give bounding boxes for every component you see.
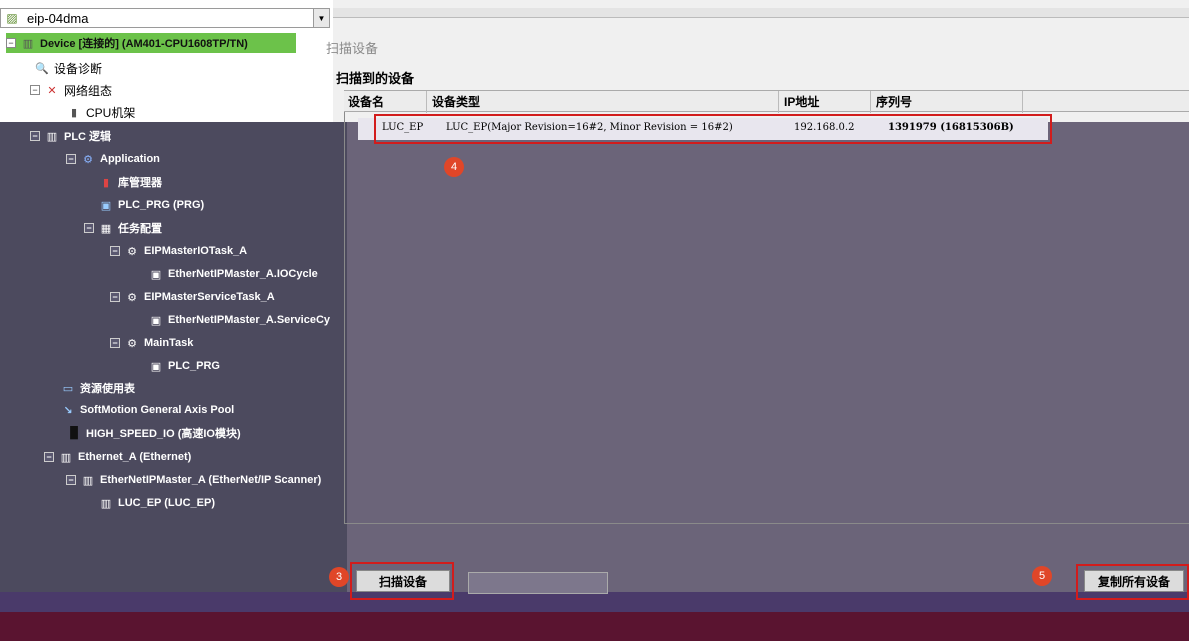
rack-icon: ▮: [70, 106, 78, 119]
tree-label: EIPMasterServiceTask_A: [144, 291, 275, 303]
tree-label: Ethernet_A (Ethernet): [78, 451, 192, 463]
tree-item-network[interactable]: − ✕ 网络组态: [30, 80, 112, 100]
task-icon: ⚙: [127, 245, 137, 258]
column-header-name[interactable]: 设备名: [348, 93, 384, 110]
axis-icon: ↘: [63, 404, 73, 417]
ethernet-icon: ▥: [60, 451, 72, 464]
tree-item-io-cycle[interactable]: ▣ EtherNetIPMaster_A.IOCycle: [148, 264, 318, 284]
tree-label: Device [连接的] (AM401-CPU1608TP/TN): [40, 38, 248, 50]
tree-label: LUC_EP (LUC_EP): [118, 497, 215, 509]
task-config-icon: ▦: [100, 222, 112, 235]
tree-item-resource-usage[interactable]: ▭ 资源使用表: [60, 378, 135, 398]
tree-label: MainTask: [144, 337, 194, 349]
tree-label: 资源使用表: [80, 383, 135, 395]
tree-item-plc-prg[interactable]: ▣ PLC_PRG (PRG): [98, 195, 204, 215]
tree-item-eip-io-task[interactable]: − ⚙ EIPMasterIOTask_A: [110, 241, 247, 261]
tree-item-eip-master[interactable]: − ▥ EtherNetIPMaster_A (EtherNet/IP Scan…: [66, 470, 321, 490]
step-badge-3: 3: [329, 567, 349, 587]
collapse-icon[interactable]: −: [44, 452, 54, 462]
project-icon: ▨: [6, 11, 18, 25]
tree-label: EtherNetIPMaster_A.ServiceCy: [168, 314, 331, 326]
tree-label: PLC_PRG: [168, 360, 220, 372]
dialog-title: 扫描设备: [326, 41, 379, 56]
call-icon: ▣: [150, 360, 162, 373]
task-icon: ⚙: [127, 337, 137, 350]
collapse-icon[interactable]: −: [110, 246, 120, 256]
chevron-down-icon[interactable]: ▼: [313, 9, 329, 27]
project-name: eip-04dma: [27, 10, 89, 26]
gear-icon: ⚙: [83, 153, 93, 166]
tree-label: HIGH_SPEED_IO (高速IO模块): [86, 428, 241, 440]
diagnosis-icon: 🔍: [35, 62, 49, 75]
tree-label: EtherNetIPMaster_A.IOCycle: [168, 268, 318, 280]
tree-item-axis-pool[interactable]: ↘ SoftMotion General Axis Pool: [60, 400, 234, 420]
call-icon: ▣: [150, 314, 162, 327]
bottom-band: [0, 592, 1189, 612]
device-grid[interactable]: [344, 112, 1189, 524]
highlight-box-scan: [350, 562, 454, 600]
step-badge-5: 5: [1032, 566, 1052, 586]
tree-item-diagnosis[interactable]: 🔍 设备诊断: [34, 58, 102, 78]
tree-label: 设备诊断: [54, 61, 103, 76]
collapse-icon[interactable]: −: [66, 475, 76, 485]
collapse-icon[interactable]: −: [66, 154, 76, 164]
tree-item-device[interactable]: − ▥ Device [连接的] (AM401-CPU1608TP/TN): [6, 33, 296, 53]
collapse-icon[interactable]: −: [110, 338, 120, 348]
tree-item-ethernet[interactable]: − ▥ Ethernet_A (Ethernet): [44, 447, 191, 467]
tree-item-cpu-rack[interactable]: ▮ CPU机架: [66, 102, 135, 122]
tree-label: CPU机架: [86, 105, 136, 120]
device-icon: ▥: [22, 37, 34, 50]
tree-label: EtherNetIPMaster_A (EtherNet/IP Scanner): [100, 474, 322, 486]
scanner-icon: ▥: [82, 474, 94, 487]
tree-item-library[interactable]: ▮ 库管理器: [98, 172, 162, 192]
tree-item-task-config[interactable]: − ▦ 任务配置: [84, 218, 162, 238]
module-icon: █: [70, 427, 78, 439]
project-selector[interactable]: ▨ eip-04dma ▼: [0, 8, 330, 28]
tree-item-service-cycle[interactable]: ▣ EtherNetIPMaster_A.ServiceCy: [148, 310, 330, 330]
collapse-icon[interactable]: −: [30, 85, 40, 95]
tree-label: Application: [100, 153, 160, 165]
column-header-serial[interactable]: 序列号: [876, 93, 912, 110]
tree-item-eip-service-task[interactable]: − ⚙ EIPMasterServiceTask_A: [110, 287, 275, 307]
highlight-box-row: [374, 114, 1052, 144]
group-label: 扫描到的设备: [336, 71, 415, 86]
plc-icon: ▥: [46, 130, 58, 143]
tree-item-plc-logic[interactable]: − ▥ PLC 逻辑: [30, 126, 111, 146]
collapse-icon[interactable]: −: [6, 38, 16, 48]
collapse-icon[interactable]: −: [30, 131, 40, 141]
highlight-box-copy: [1076, 564, 1189, 600]
tree-item-main-plc-prg[interactable]: ▣ PLC_PRG: [148, 356, 220, 376]
column-header-type[interactable]: 设备类型: [432, 93, 480, 110]
tree-item-luc-ep[interactable]: ▥ LUC_EP (LUC_EP): [98, 493, 215, 513]
collapse-icon[interactable]: −: [110, 292, 120, 302]
step-badge-4: 4: [444, 157, 464, 177]
tree-item-main-task[interactable]: − ⚙ MainTask: [110, 333, 193, 353]
tree-label: 网络组态: [64, 83, 113, 98]
tree-label: 任务配置: [118, 223, 162, 235]
dialog-toolbar: [333, 8, 1189, 18]
device-grid-header: 设备名 设备类型 IP地址 序列号: [344, 90, 1189, 113]
tree-label: SoftMotion General Axis Pool: [80, 404, 235, 416]
call-icon: ▣: [150, 268, 162, 281]
table-icon: ▭: [62, 382, 74, 395]
tree-label: PLC_PRG (PRG): [118, 199, 205, 211]
program-icon: ▣: [100, 199, 112, 212]
secondary-button[interactable]: [468, 572, 608, 594]
tree-label: PLC 逻辑: [64, 131, 112, 143]
library-icon: ▮: [102, 176, 110, 189]
network-icon: ✕: [47, 84, 57, 97]
tree-label: EIPMasterIOTask_A: [144, 245, 248, 257]
column-header-ip[interactable]: IP地址: [784, 93, 819, 110]
device-icon: ▥: [100, 497, 112, 510]
tree-item-high-speed-io[interactable]: █ HIGH_SPEED_IO (高速IO模块): [66, 423, 241, 443]
tree-label: 库管理器: [118, 177, 162, 189]
task-icon: ⚙: [127, 291, 137, 304]
collapse-icon[interactable]: −: [84, 223, 94, 233]
tree-item-application[interactable]: − ⚙ Application: [66, 149, 160, 169]
